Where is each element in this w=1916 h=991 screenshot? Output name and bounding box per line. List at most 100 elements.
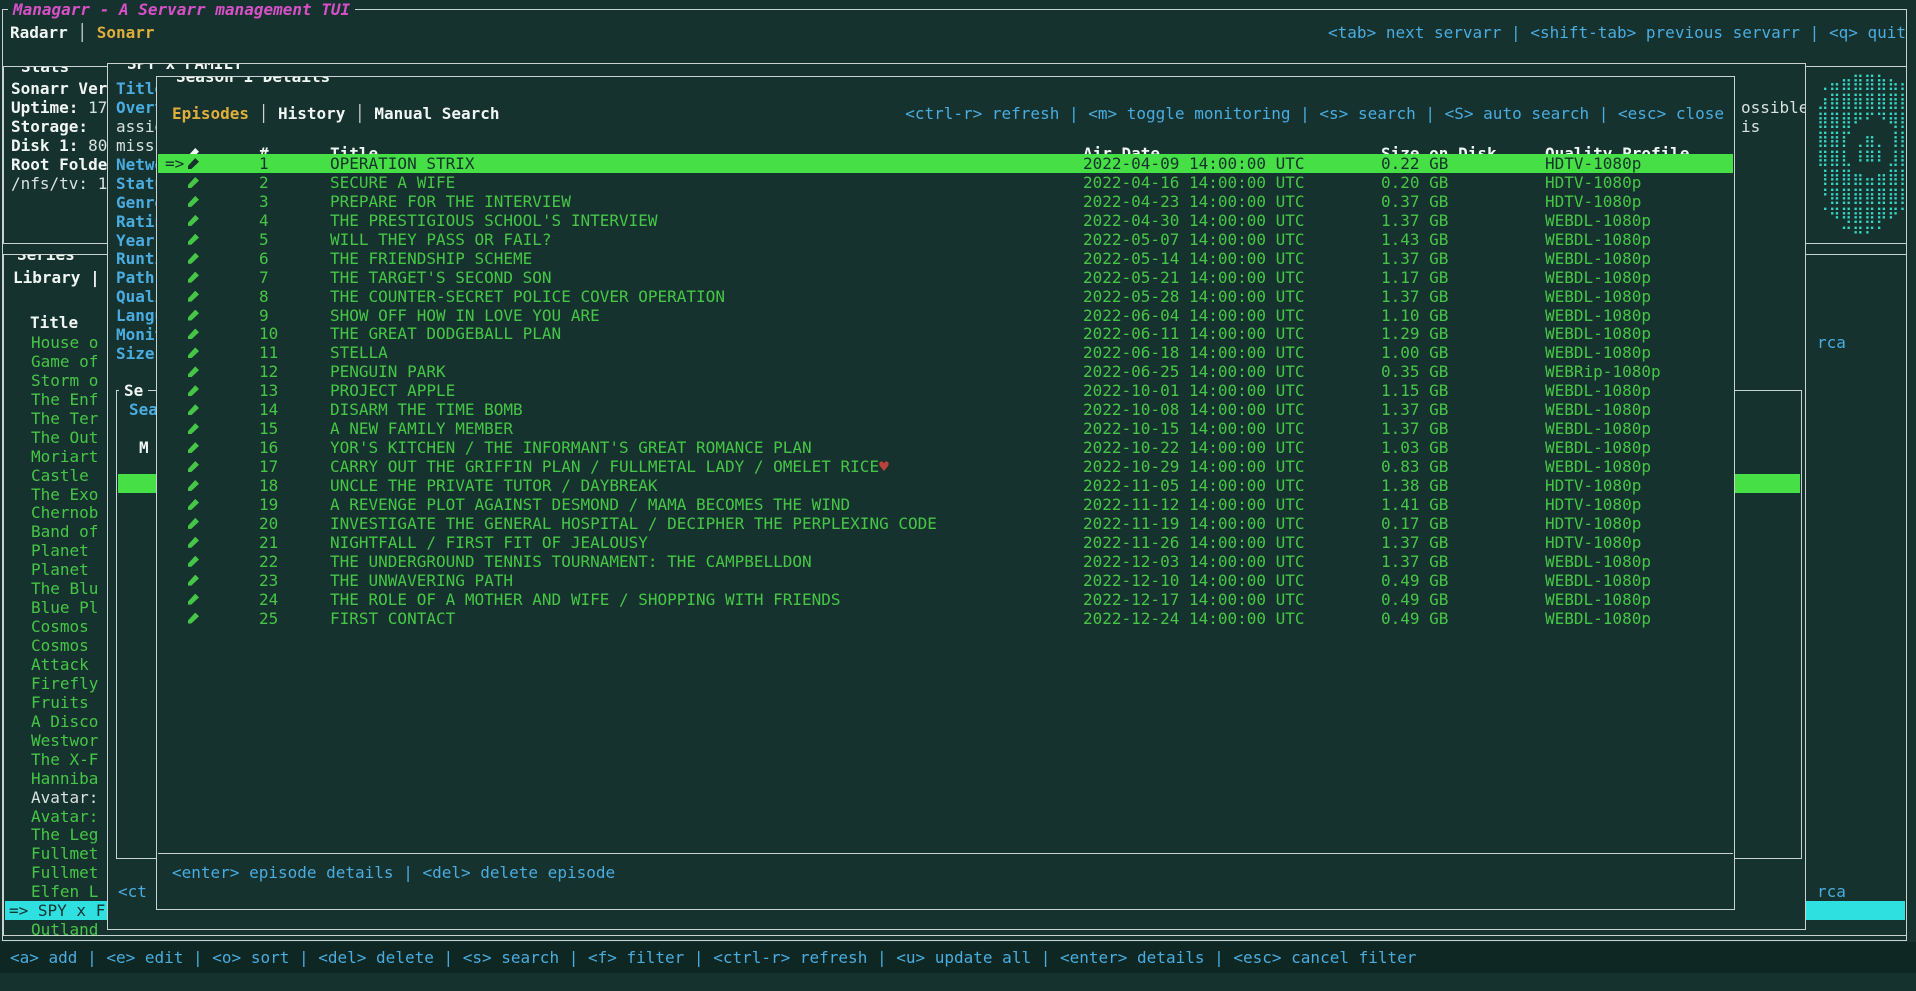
- episode-row[interactable]: 6THE FRIENDSHIP SCHEME2022-05-14 14:00:0…: [158, 249, 1733, 268]
- episode-row[interactable]: 24THE ROLE OF A MOTHER AND WIFE / SHOPPI…: [158, 590, 1733, 609]
- servarr-tab-sonarr[interactable]: Sonarr: [97, 23, 155, 42]
- pencil-icon: [188, 366, 199, 377]
- episode-monitor-pencil-icon: [188, 249, 199, 268]
- episode-row[interactable]: 18UNCLE THE PRIVATE TUTOR / DAYBREAK2022…: [158, 476, 1733, 495]
- episode-size: 0.22 GB: [1381, 154, 1448, 173]
- episode-row[interactable]: 2SECURE A WIFE2022-04-16 14:00:00 UTC0.2…: [158, 173, 1733, 192]
- stat-value: /nfs/tv: 1: [11, 174, 107, 193]
- episode-number: 5: [259, 230, 269, 249]
- episode-air-date: 2022-05-28 14:00:00 UTC: [1083, 287, 1305, 306]
- pencil-icon: [188, 480, 199, 491]
- episode-quality: WEBDL-1080p: [1545, 400, 1651, 419]
- episode-row[interactable]: 3PREPARE FOR THE INTERVIEW2022-04-23 14:…: [158, 192, 1733, 211]
- stat-label: Sonarr Ver: [11, 79, 107, 98]
- artifact-text: rca: [1817, 882, 1846, 901]
- stat-label: Root Folde: [11, 155, 107, 174]
- episode-air-date: 2022-12-03 14:00:00 UTC: [1083, 552, 1305, 571]
- episode-monitor-pencil-icon: [188, 306, 199, 325]
- episode-monitor-pencil-icon: [188, 590, 199, 609]
- pencil-icon: [188, 404, 199, 415]
- episode-row[interactable]: 19A REVENGE PLOT AGAINST DESMOND / MAMA …: [158, 495, 1733, 514]
- episode-row[interactable]: 7THE TARGET'S SECOND SON2022-05-21 14:00…: [158, 268, 1733, 287]
- episode-size: 1.38 GB: [1381, 476, 1448, 495]
- episode-air-date: 2022-10-01 14:00:00 UTC: [1083, 381, 1305, 400]
- episode-row[interactable]: 8THE COUNTER-SECRET POLICE COVER OPERATI…: [158, 287, 1733, 306]
- stat-line: Sonarr Ver: [11, 79, 107, 98]
- episode-row[interactable]: 4THE PRESTIGIOUS SCHOOL'S INTERVIEW2022-…: [158, 211, 1733, 230]
- episode-size: 1.03 GB: [1381, 438, 1448, 457]
- series-field-label: Size: [116, 344, 155, 363]
- episode-monitor-pencil-icon: [188, 438, 199, 457]
- episode-row[interactable]: 17CARRY OUT THE GRIFFIN PLAN / FULLMETAL…: [158, 457, 1733, 476]
- logo-art-line: ⢀⣤⣶⣿⣿⣷⣦⣄⡀: [1817, 72, 1907, 91]
- episode-monitor-pencil-icon: [188, 533, 199, 552]
- episode-row[interactable]: 21NIGHTFALL / FIRST FIT OF JEALOUSY2022-…: [158, 533, 1733, 552]
- episode-air-date: 2022-04-16 14:00:00 UTC: [1083, 173, 1305, 192]
- episode-row[interactable]: 5WILL THEY PASS OR FAIL?2022-05-07 14:00…: [158, 230, 1733, 249]
- seasons-panel-title: Se: [119, 381, 148, 400]
- pencil-icon: [188, 291, 199, 302]
- episode-row[interactable]: 22THE UNDERGROUND TENNIS TOURNAMENT: THE…: [158, 552, 1733, 571]
- episode-size: 1.17 GB: [1381, 268, 1448, 287]
- stat-label: Uptime:: [11, 98, 78, 117]
- servarr-tab-radarr[interactable]: Radarr: [10, 23, 68, 42]
- episode-row[interactable]: 12PENGUIN PARK2022-06-25 14:00:00 UTC0.3…: [158, 362, 1733, 381]
- episode-quality: HDTV-1080p: [1545, 514, 1641, 533]
- episode-row[interactable]: => 1OPERATION STRIX2022-04-09 14:00:00 U…: [158, 154, 1733, 173]
- episode-row[interactable]: 15A NEW FAMILY MEMBER2022-10-15 14:00:00…: [158, 419, 1733, 438]
- episode-size: 0.35 GB: [1381, 362, 1448, 381]
- episode-row[interactable]: 20INVESTIGATE THE GENERAL HOSPITAL / DEC…: [158, 514, 1733, 533]
- episode-row[interactable]: 16YOR'S KITCHEN / THE INFORMANT'S GREAT …: [158, 438, 1733, 457]
- episode-number: 7: [259, 268, 269, 287]
- episode-row[interactable]: 14DISARM THE TIME BOMB2022-10-08 14:00:0…: [158, 400, 1733, 419]
- episode-air-date: 2022-11-19 14:00:00 UTC: [1083, 514, 1305, 533]
- episode-quality: HDTV-1080p: [1545, 533, 1641, 552]
- tab-separator: │: [68, 23, 97, 42]
- episode-air-date: 2022-04-09 14:00:00 UTC: [1083, 154, 1305, 173]
- servarr-tabs: Radarr │ Sonarr: [10, 23, 155, 42]
- series-column-header-title: Title: [30, 313, 78, 332]
- episode-title: THE UNDERGROUND TENNIS TOURNAMENT: THE C…: [330, 552, 812, 571]
- episode-air-date: 2022-05-14 14:00:00 UTC: [1083, 249, 1305, 268]
- episode-air-date: 2022-05-07 14:00:00 UTC: [1083, 230, 1305, 249]
- episode-air-date: 2022-10-08 14:00:00 UTC: [1083, 400, 1305, 419]
- episode-monitor-pencil-icon: [188, 476, 199, 495]
- episode-monitor-pencil-icon: [188, 211, 199, 230]
- logo-art-line: ⣿⣿⡏⢀⣶⡀⢸⣿⣿: [1817, 129, 1907, 148]
- pencil-icon: [188, 272, 199, 283]
- episode-number: 8: [259, 287, 269, 306]
- episode-row[interactable]: 23THE UNWAVERING PATH2022-12-10 14:00:00…: [158, 571, 1733, 590]
- episode-size: 1.37 GB: [1381, 287, 1448, 306]
- episode-air-date: 2022-11-12 14:00:00 UTC: [1083, 495, 1305, 514]
- episode-title: INVESTIGATE THE GENERAL HOSPITAL / DECIP…: [330, 514, 937, 533]
- bottom-keybind-help: <a> add | <e> edit | <o> sort | <del> de…: [10, 948, 1416, 967]
- episode-row[interactable]: 11STELLA2022-06-18 14:00:00 UTC1.00 GBWE…: [158, 343, 1733, 362]
- episode-size: 1.29 GB: [1381, 324, 1448, 343]
- episode-monitor-pencil-icon: [188, 173, 199, 192]
- episode-title: CARRY OUT THE GRIFFIN PLAN / FULLMETAL L…: [330, 457, 889, 476]
- episode-quality: HDTV-1080p: [1545, 154, 1641, 173]
- episode-quality: WEBDL-1080p: [1545, 249, 1651, 268]
- episode-monitor-pencil-icon: [188, 400, 199, 419]
- episode-monitor-pencil-icon: [188, 514, 199, 533]
- tab-library[interactable]: Library |: [13, 268, 100, 287]
- episode-title: SECURE A WIFE: [330, 173, 455, 192]
- episode-air-date: 2022-04-23 14:00:00 UTC: [1083, 192, 1305, 211]
- episode-row[interactable]: 25FIRST CONTACT2022-12-24 14:00:00 UTC0.…: [158, 609, 1733, 628]
- logo-art-line: ⢸⣿⣿⣶⣤⣶⣿⣿⡇: [1817, 167, 1907, 186]
- episode-quality: HDTV-1080p: [1545, 495, 1641, 514]
- episode-number: 11: [259, 343, 278, 362]
- episode-size: 1.43 GB: [1381, 230, 1448, 249]
- episode-row[interactable]: 9SHOW OFF HOW IN LOVE YOU ARE2022-06-04 …: [158, 306, 1733, 325]
- episode-row[interactable]: 13PROJECT APPLE2022-10-01 14:00:00 UTC1.…: [158, 381, 1733, 400]
- logo-art-line: ⠈⠻⢿⣿⣿⡿⠟⠁: [1817, 205, 1907, 224]
- episode-air-date: 2022-10-29 14:00:00 UTC: [1083, 457, 1305, 476]
- episode-title: OPERATION STRIX: [330, 154, 475, 173]
- episode-title: YOR'S KITCHEN / THE INFORMANT'S GREAT RO…: [330, 438, 812, 457]
- stat-line: Storage:: [11, 117, 88, 136]
- episode-number: 21: [259, 533, 278, 552]
- pencil-icon: [188, 556, 199, 567]
- episode-row[interactable]: 10THE GREAT DODGEBALL PLAN2022-06-11 14:…: [158, 324, 1733, 343]
- tab-seasons[interactable]: Sea: [129, 400, 158, 419]
- episode-monitor-pencil-icon: [188, 268, 199, 287]
